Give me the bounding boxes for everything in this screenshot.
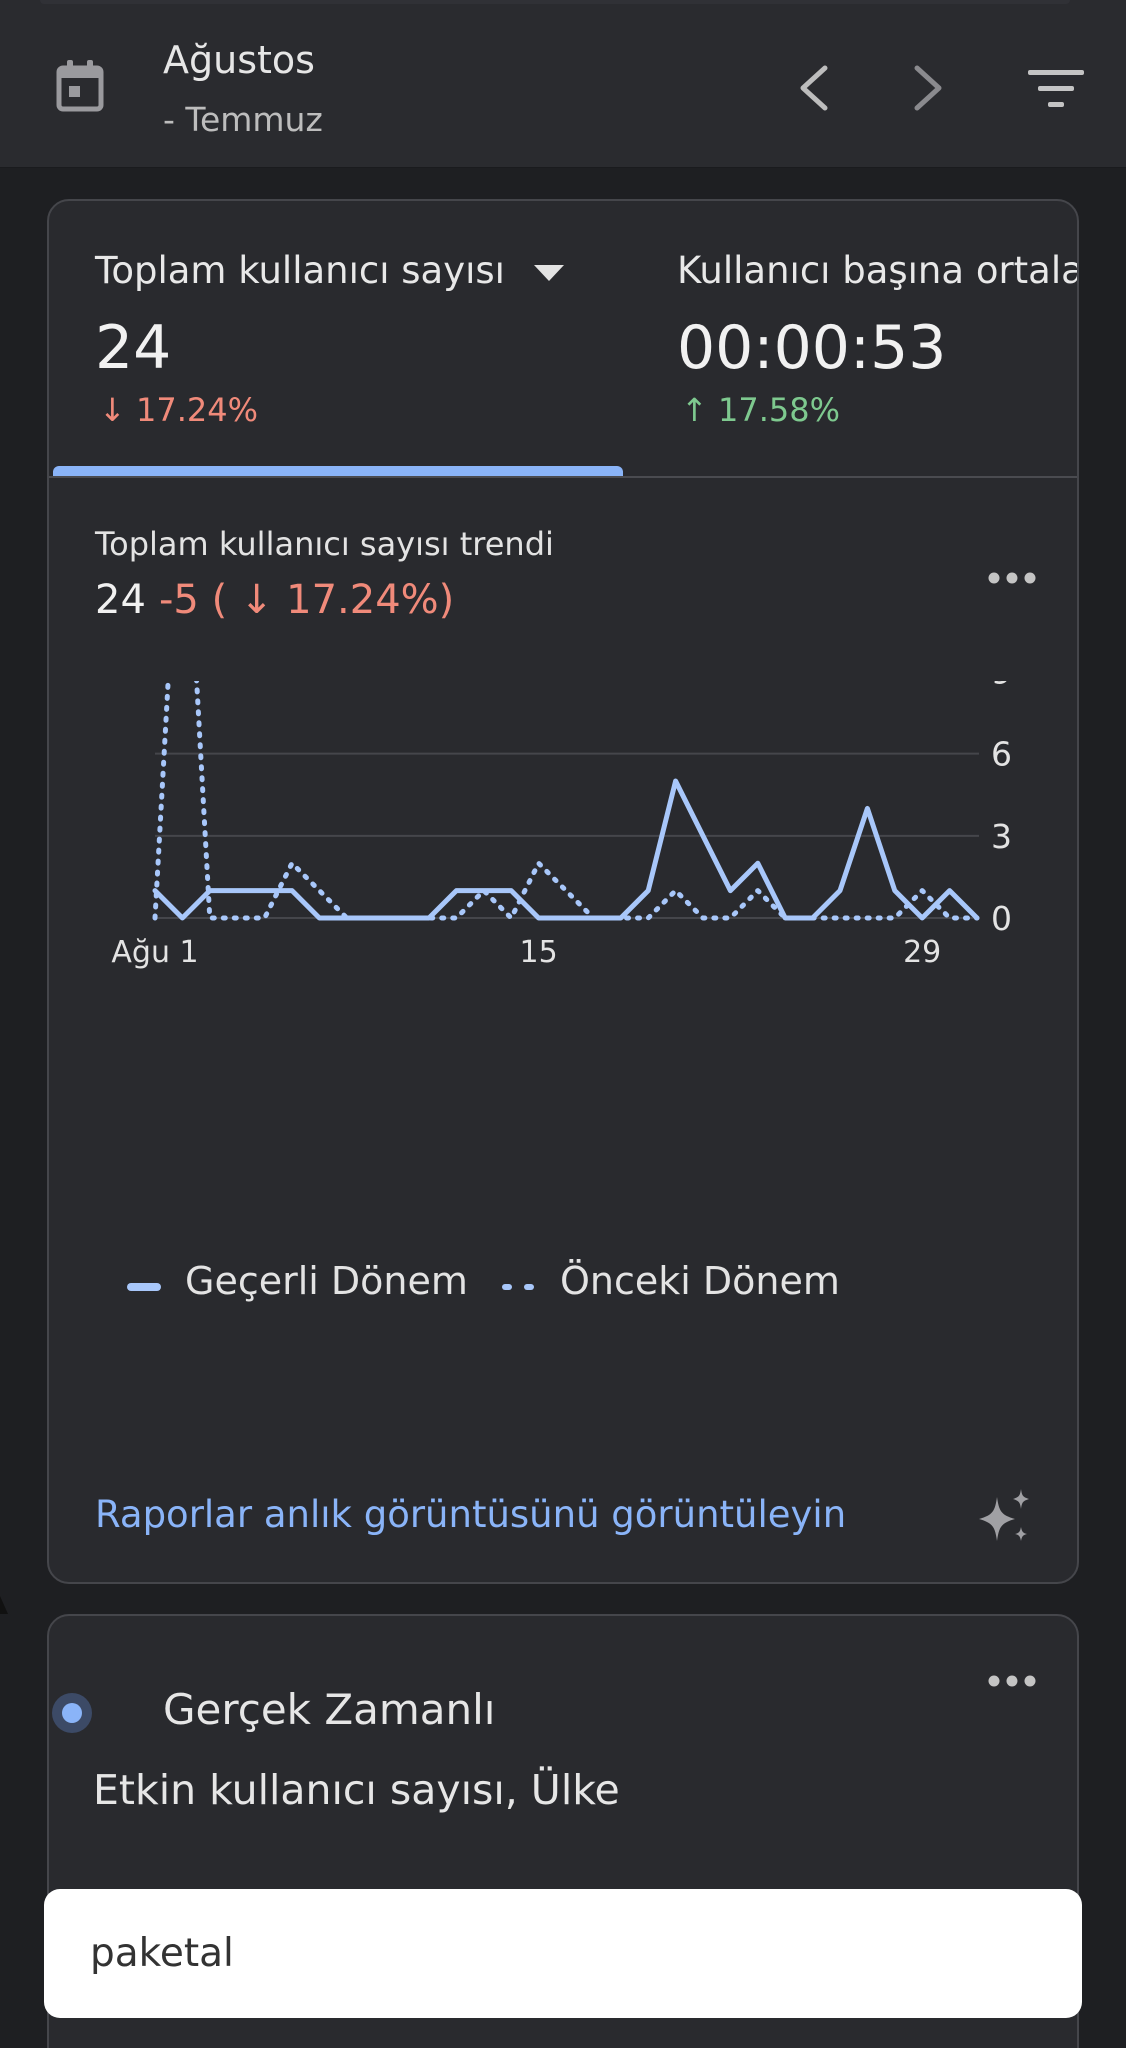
caret-down-icon[interactable]	[534, 265, 564, 283]
obscured-row	[47, 2020, 1079, 2048]
previous-card-edge	[40, 0, 1070, 4]
trend-title: Toplam kullanıcı sayısı trendi	[95, 525, 554, 563]
x-tick-label: Ağu 1	[111, 935, 198, 970]
series-line-previous	[152, 681, 980, 921]
metrics-card: Toplam kullanıcı sayısı 24 ↓ 17.24% Kull…	[47, 199, 1079, 1584]
popup-text[interactable]: paketal	[90, 1931, 234, 1976]
y-tick-label: 9	[991, 681, 1012, 692]
calendar-icon[interactable]	[56, 60, 104, 112]
series-line-current	[152, 778, 980, 921]
metric-value-total-users: 24	[95, 313, 172, 383]
metric-change-total-users: ↓ 17.24%	[99, 391, 258, 429]
more-options-icon[interactable]	[987, 1674, 1037, 1688]
legend-label-previous: Önceki Dönem	[560, 1259, 840, 1303]
view-reports-snapshot-link[interactable]: Raporlar anlık görüntüsünü görüntüleyin	[95, 1493, 846, 1536]
x-tick-label: 29	[903, 935, 941, 970]
chevron-right-icon[interactable]	[911, 62, 947, 114]
autocomplete-popup[interactable]: paketal	[44, 1889, 1082, 2018]
legend-label-current: Geçerli Dönem	[185, 1259, 468, 1303]
filter-icon[interactable]	[1028, 68, 1084, 110]
dashed-line-swatch	[502, 1284, 534, 1290]
date-range-header: Ağustos - Temmuz	[0, 0, 1126, 168]
x-tick-label: 15	[520, 935, 558, 970]
solid-line-swatch	[127, 1283, 161, 1291]
metric-label-total-users[interactable]: Toplam kullanıcı sayısı	[95, 249, 505, 292]
edge-arrow-icon	[0, 1596, 8, 1614]
realtime-title: Gerçek Zamanlı	[163, 1685, 496, 1734]
active-tab-indicator	[53, 466, 623, 476]
y-tick-label: 6	[991, 735, 1012, 774]
realtime-subtitle: Etkin kullanıcı sayısı, Ülke	[93, 1766, 620, 1814]
tab-divider	[49, 476, 1077, 478]
sparkle-icon[interactable]	[975, 1487, 1035, 1547]
metric-label-avg-per-user[interactable]: Kullanıcı başına ortala	[677, 249, 1077, 292]
comparison-range[interactable]: - Temmuz	[163, 100, 323, 139]
y-tick-label: 3	[991, 817, 1012, 856]
trend-delta: -5 ( ↓ 17.24%)	[159, 577, 455, 623]
more-options-icon[interactable]	[987, 571, 1037, 585]
metric-value-avg-per-user: 00:00:53	[677, 313, 947, 383]
chevron-left-icon[interactable]	[795, 62, 831, 114]
y-tick-label: 0	[991, 899, 1012, 938]
metric-change-avg-per-user: ↑ 17.58%	[681, 391, 840, 429]
trend-value: 24	[95, 577, 146, 623]
trend-line-chart: 0369121518Ağu 11529	[111, 681, 1012, 970]
date-range-title[interactable]: Ağustos	[163, 38, 315, 82]
realtime-indicator-icon	[52, 1693, 92, 1733]
